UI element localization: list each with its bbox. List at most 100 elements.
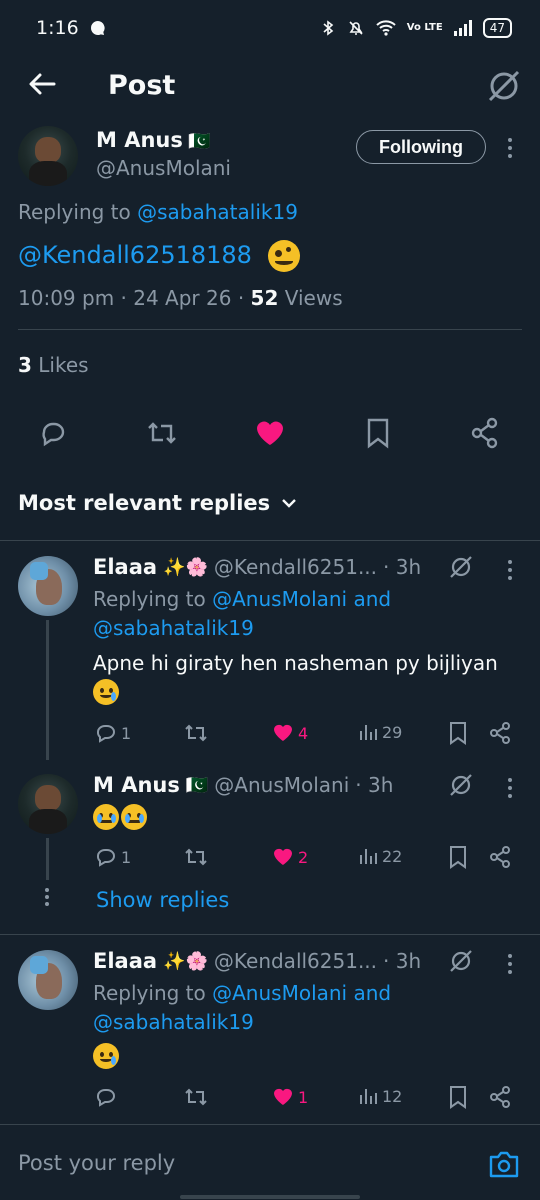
bookmark-icon[interactable] bbox=[448, 721, 468, 745]
grok-icon[interactable] bbox=[448, 554, 474, 580]
grok-icon[interactable] bbox=[448, 772, 474, 798]
reply-author-emoji: ✨🌸 bbox=[163, 556, 208, 578]
heart-icon bbox=[274, 1088, 292, 1105]
reply-author-name[interactable]: Elaaa bbox=[93, 555, 157, 579]
reply-author-handle[interactable]: @Kendall6251... bbox=[214, 949, 377, 973]
reply-icon bbox=[97, 725, 115, 743]
more-icon[interactable] bbox=[506, 138, 514, 158]
signal-icon bbox=[453, 20, 472, 36]
mute-bell-icon bbox=[349, 21, 363, 35]
bluetooth-icon bbox=[323, 20, 334, 36]
reply-avatar[interactable] bbox=[18, 556, 78, 616]
message-notification-icon bbox=[90, 21, 105, 35]
more-icon[interactable] bbox=[506, 560, 514, 580]
reply-author-emoji: ✨🌸 bbox=[163, 950, 208, 972]
reply-replying-to: Replying to @AnusMolani and bbox=[93, 587, 391, 611]
reply-replying-to: Replying to @AnusMolani and bbox=[93, 981, 391, 1005]
more-icon[interactable] bbox=[506, 954, 514, 974]
author-handle[interactable]: @AnusMolani bbox=[96, 156, 231, 180]
reply-header: Elaaa ✨🌸 @Kendall6251... · 3h bbox=[93, 555, 421, 579]
heart-icon[interactable] bbox=[254, 418, 286, 448]
repost-icon[interactable] bbox=[184, 1086, 208, 1108]
author-avatar[interactable] bbox=[18, 126, 78, 186]
author-name-row[interactable]: M Anus 🇵🇰 bbox=[96, 128, 210, 152]
status-icons: Vo LTE 47 bbox=[319, 18, 512, 38]
bookmark-icon[interactable] bbox=[448, 1085, 468, 1109]
likes-label: Likes bbox=[38, 353, 89, 377]
replying-to-handle[interactable]: @AnusMolani and bbox=[212, 587, 391, 611]
divider bbox=[0, 540, 540, 541]
reply-author-handle[interactable]: @AnusMolani bbox=[214, 773, 349, 797]
camera-icon[interactable] bbox=[488, 1149, 520, 1179]
reply-author-handle[interactable]: @Kendall6251... bbox=[214, 555, 377, 579]
crying-faces-emoji bbox=[93, 804, 147, 830]
volte-label: Vo LTE bbox=[406, 22, 443, 33]
views-count: 52 bbox=[250, 286, 279, 310]
status-time: 1:16 bbox=[36, 17, 79, 39]
like-action[interactable]: 4 bbox=[272, 722, 308, 744]
post-body: @Kendall62518188 bbox=[18, 240, 300, 272]
battery-indicator: 47 bbox=[482, 18, 512, 38]
wifi-icon bbox=[376, 20, 396, 36]
repost-icon[interactable] bbox=[184, 846, 208, 868]
views-icon bbox=[360, 1089, 377, 1104]
divider bbox=[18, 329, 522, 330]
heart-icon bbox=[274, 848, 292, 865]
reply-author-flag: 🇵🇰 bbox=[185, 774, 209, 796]
reply-time: · 3h bbox=[355, 773, 394, 797]
show-replies-link[interactable]: Show replies bbox=[96, 888, 229, 912]
like-count: 2 bbox=[298, 847, 309, 867]
more-icon[interactable] bbox=[506, 778, 514, 798]
share-icon[interactable] bbox=[488, 721, 512, 745]
share-icon[interactable] bbox=[470, 417, 500, 449]
body-mention[interactable]: @Kendall62518188 bbox=[18, 241, 252, 269]
gesture-bar bbox=[180, 1195, 360, 1199]
reply-avatar[interactable] bbox=[18, 774, 78, 834]
app-bar: Post bbox=[0, 56, 540, 118]
replying-to-handle[interactable]: @AnusMolani and bbox=[212, 981, 391, 1005]
bookmark-icon[interactable] bbox=[448, 845, 468, 869]
reply-avatar[interactable] bbox=[18, 950, 78, 1010]
views-action[interactable]: 29 bbox=[358, 722, 402, 742]
back-arrow-icon[interactable] bbox=[26, 68, 58, 100]
reply-action[interactable]: 1 bbox=[95, 846, 131, 868]
like-action[interactable]: 1 bbox=[272, 1086, 308, 1108]
like-count: 4 bbox=[298, 723, 309, 743]
views-action[interactable]: 22 bbox=[358, 846, 402, 866]
likes-count: 3 bbox=[18, 353, 32, 377]
replying-to-handle[interactable]: @sabahatalik19 bbox=[137, 200, 298, 224]
share-icon[interactable] bbox=[488, 845, 512, 869]
likes-summary[interactable]: 3 Likes bbox=[18, 353, 89, 377]
reply-action[interactable]: 1 bbox=[95, 722, 131, 744]
replying-to-prefix: Replying to bbox=[93, 587, 206, 611]
grok-icon[interactable] bbox=[448, 948, 474, 974]
reply-action[interactable] bbox=[95, 1086, 121, 1108]
repost-icon[interactable] bbox=[184, 722, 208, 744]
repost-icon[interactable] bbox=[146, 418, 178, 448]
thread-dots bbox=[43, 888, 51, 906]
replying-to-handle[interactable]: @sabahatalik19 bbox=[93, 616, 254, 640]
views-label: Views bbox=[284, 286, 343, 310]
reply-icon bbox=[97, 849, 115, 867]
smiling-tear-emoji bbox=[93, 1043, 119, 1069]
following-button[interactable]: Following bbox=[356, 130, 486, 164]
share-icon[interactable] bbox=[488, 1085, 512, 1109]
sort-selector[interactable]: Most relevant replies bbox=[18, 491, 298, 515]
reply-header: M Anus 🇵🇰 @AnusMolani · 3h bbox=[93, 773, 393, 797]
heart-icon bbox=[274, 724, 292, 741]
reply-icon bbox=[97, 1089, 115, 1107]
divider bbox=[0, 934, 540, 935]
bookmark-icon[interactable] bbox=[364, 417, 392, 449]
reply-author-name[interactable]: M Anus bbox=[93, 773, 180, 797]
grok-icon[interactable] bbox=[486, 68, 522, 104]
post-meta: 10:09 pm · 24 Apr 26 · 52 Views bbox=[18, 286, 343, 310]
replying-to-handle[interactable]: @sabahatalik19 bbox=[93, 1010, 254, 1034]
chevron-down-icon bbox=[282, 499, 297, 508]
views-action[interactable]: 12 bbox=[358, 1086, 402, 1106]
reply-icon[interactable] bbox=[38, 418, 68, 448]
thread-line bbox=[46, 838, 49, 880]
reply-author-name[interactable]: Elaaa bbox=[93, 949, 157, 973]
thread-line bbox=[46, 620, 49, 760]
reply-input[interactable]: Post your reply bbox=[18, 1151, 175, 1175]
like-action[interactable]: 2 bbox=[272, 846, 308, 868]
